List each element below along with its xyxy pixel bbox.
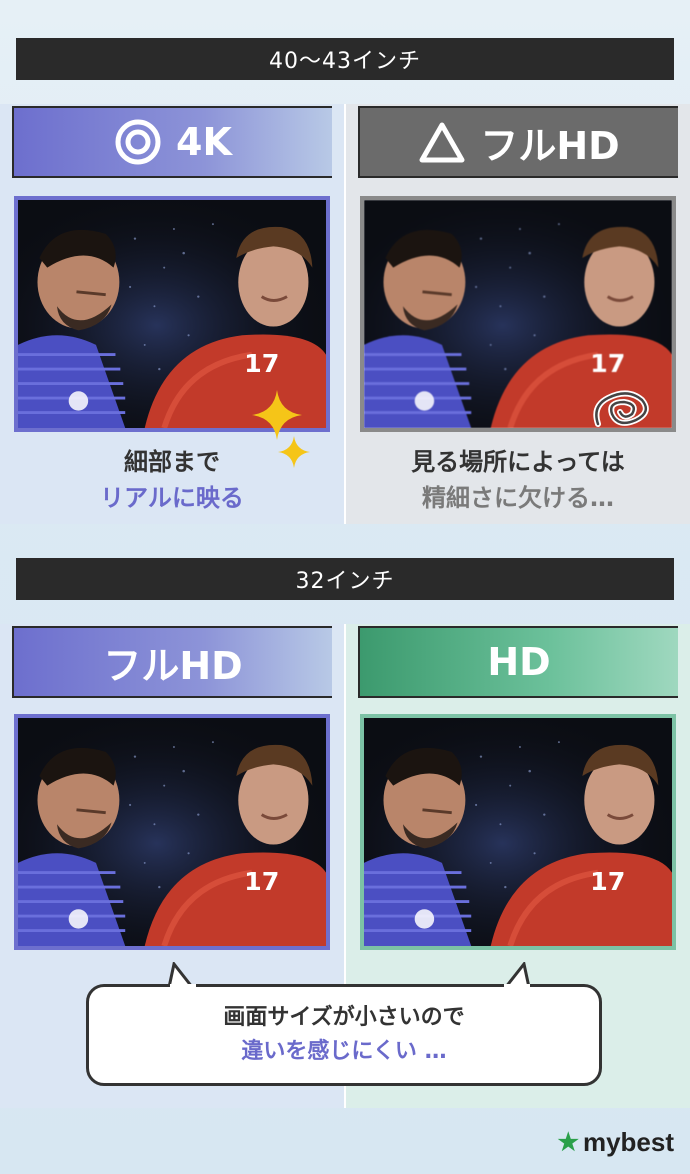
double-circle-icon	[115, 119, 161, 165]
tail-join	[504, 984, 530, 988]
badge-hd: HD	[358, 626, 678, 698]
badge-label: 4K	[176, 120, 232, 164]
tail-join	[170, 984, 196, 988]
badge-fullhd: フルHD	[358, 106, 678, 178]
caption-line1: 見る場所によっては	[411, 448, 625, 476]
blur-scribble-icon	[593, 390, 649, 427]
mybest-logo: ★ mybest	[557, 1127, 674, 1158]
star-icon: ★	[557, 1129, 579, 1156]
badge-4k: 4K	[12, 106, 332, 178]
sparkle-icon	[252, 390, 302, 440]
soccer-players-photo-hd	[360, 714, 676, 950]
section-title-40-43-inch: 40〜43インチ	[16, 38, 674, 80]
caption-line2: リアルに映る	[100, 484, 244, 512]
bubble-line1: 画面サイズが小さいので	[223, 1005, 465, 1030]
caption-line1: 細部まで	[124, 448, 220, 476]
bubble-line2: 違いを感じにくい …	[241, 1039, 447, 1064]
section-title-text: 40〜43インチ	[269, 49, 421, 74]
badge-label: HD	[487, 640, 551, 684]
brand-name: mybest	[582, 1127, 674, 1157]
comparison-speech-bubble: 画面サイズが小さいので 違いを感じにくい …	[86, 984, 602, 1086]
badge-label: フルHD	[103, 643, 243, 688]
triangle-icon	[419, 122, 465, 163]
soccer-players-photo-fullhd-32	[14, 714, 330, 950]
caption-fullhd: 見る場所によっては 精細さに欠ける…	[346, 444, 690, 516]
caption-line2: 精細さに欠ける…	[422, 484, 614, 512]
badge-fullhd-32: フルHD	[12, 626, 332, 698]
caption-4k: 細部まで リアルに映る	[0, 444, 344, 516]
section-title-text: 32インチ	[295, 569, 395, 594]
badge-label: フルHD	[480, 123, 620, 168]
section-title-32-inch: 32インチ	[16, 558, 674, 600]
